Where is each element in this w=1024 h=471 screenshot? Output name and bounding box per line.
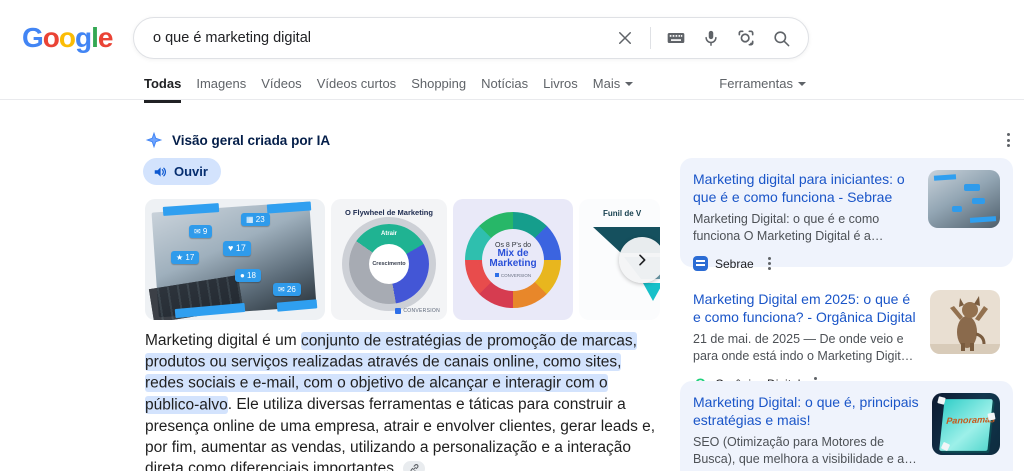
logo-letter: o	[58, 22, 76, 53]
tab-mais-label: Mais	[592, 76, 621, 91]
google-search-results-page: Google Todas Imagens Vídeos Ví	[0, 0, 1024, 471]
voice-search-mic-icon[interactable]	[701, 28, 721, 48]
notification-badge: ✉ 26	[273, 283, 301, 296]
result-title-link[interactable]: Marketing Digital em 2025: o que é e com…	[693, 290, 918, 326]
notification-badge: ● 18	[235, 269, 261, 282]
conversion-logo: CONVERSION	[395, 308, 440, 314]
ai-overview-title: Visão geral criada por IA	[172, 132, 331, 148]
listen-label: Ouvir	[174, 164, 208, 179]
image-carousel: ✉ 9 ▦ 23 ♥ 17 ★ 17 ● 18 ✉ 26 O Flywheel …	[145, 199, 660, 320]
ai-sparkle-icon	[145, 131, 163, 149]
search-submit-icon[interactable]	[771, 28, 791, 48]
funnel-title: Funil de V	[603, 209, 642, 218]
result-snippet: 21 de mai. de 2025 — De onde veio e para…	[693, 332, 918, 363]
notification-badge: ♥ 17	[223, 241, 251, 256]
result-snippet: SEO (Otimização para Motores de Busca), …	[693, 435, 905, 466]
search-bar[interactable]	[133, 17, 809, 59]
flywheel-title: O Flywheel de Marketing	[345, 208, 433, 217]
ai-overview-answer: Marketing digital é um conjunto de estra…	[145, 330, 661, 471]
flywheel-center-label: Crescimento	[372, 261, 406, 268]
result-thumbnail[interactable]: Panoramas	[932, 393, 1000, 455]
result-snippet: Marketing Digital: o que é e como funcio…	[693, 212, 880, 243]
ai-overview-header: Visão geral criada por IA	[145, 131, 330, 149]
result-title-link[interactable]: Marketing Digital: o que é, principais e…	[693, 393, 920, 429]
listen-button[interactable]: Ouvir	[143, 158, 221, 185]
google-logo[interactable]: Google	[22, 22, 114, 54]
result-thumbnail[interactable]	[930, 290, 1000, 354]
chevron-down-icon	[625, 82, 634, 86]
related-result-card[interactable]: Marketing Digital: o que é, principais e…	[680, 381, 1013, 471]
search-bar-divider	[650, 27, 651, 49]
header-divider	[0, 99, 1024, 100]
carousel-image-social-media[interactable]: ✉ 9 ▦ 23 ♥ 17 ★ 17 ● 18 ✉ 26	[145, 199, 325, 320]
ferramentas-label: Ferramentas	[719, 76, 793, 91]
source-name: Sebrae	[715, 256, 754, 271]
sebrae-favicon	[693, 256, 708, 271]
citation-link-icon[interactable]	[403, 461, 426, 471]
result-thumbnail[interactable]	[928, 170, 1000, 228]
carousel-next-button[interactable]	[619, 236, 660, 283]
chevron-right-icon	[639, 254, 646, 265]
logo-letter: l	[91, 22, 99, 53]
logo-letter: G	[22, 22, 44, 53]
notification-badge: ▦ 23	[241, 213, 270, 226]
search-input[interactable]	[134, 30, 615, 46]
conversion-logo: CONVERSION	[494, 273, 531, 278]
answer-text: Marketing digital é um	[145, 332, 301, 349]
keyboard-icon[interactable]	[666, 28, 686, 48]
dog-photo	[930, 296, 1000, 354]
google-lens-icon[interactable]	[736, 28, 756, 48]
notification-badge: ★ 17	[171, 251, 200, 264]
mix-title: Mix de Marketing	[489, 247, 537, 269]
logo-letter: e	[97, 22, 114, 53]
flywheel-diagram: Atrair Crescimento	[349, 224, 429, 305]
notification-badge: ✉ 9	[189, 225, 213, 238]
carousel-image-marketing-mix[interactable]: Os 8 P's do Mix de Marketing CONVERSION	[453, 199, 573, 320]
overview-more-options-icon[interactable]	[1004, 130, 1013, 150]
logo-letter: g	[75, 22, 92, 53]
result-more-options-icon[interactable]	[764, 255, 775, 272]
speaker-icon	[154, 166, 166, 177]
ferramentas-button[interactable]: Ferramentas	[719, 76, 806, 91]
chevron-down-icon	[798, 82, 806, 86]
related-result-card[interactable]: Marketing digital para iniciantes: o que…	[680, 158, 1013, 271]
result-title-link[interactable]: Marketing digital para iniciantes: o que…	[693, 170, 916, 206]
logo-letter: o	[42, 22, 60, 53]
carousel-image-flywheel[interactable]: O Flywheel de Marketing Atrair Crescimen…	[331, 199, 447, 320]
flywheel-arc-label: Atrair	[380, 231, 398, 238]
clear-search-icon[interactable]	[615, 28, 635, 48]
